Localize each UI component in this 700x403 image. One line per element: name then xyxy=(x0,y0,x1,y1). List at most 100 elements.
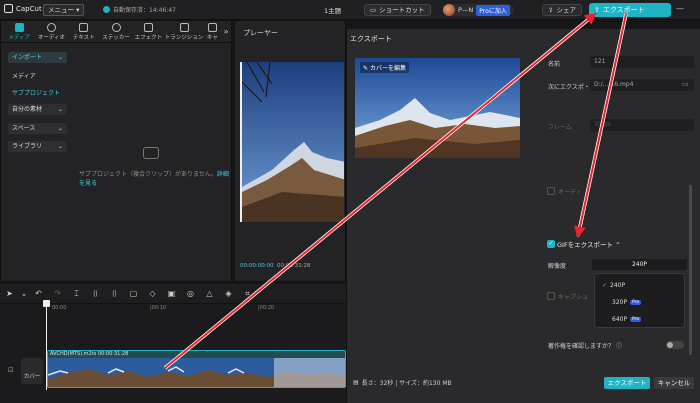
player-video xyxy=(240,62,344,222)
export-top-label: エクスポート xyxy=(602,6,645,14)
tab-sticker[interactable]: ステッカー xyxy=(100,21,132,42)
resolution-select[interactable]: 240P xyxy=(592,259,687,270)
tab-label: テキスト xyxy=(72,35,95,41)
tab-media[interactable]: メディア xyxy=(3,21,35,42)
export-button[interactable]: エクスポート xyxy=(604,377,650,389)
dialog-scrollbar[interactable] xyxy=(689,185,692,355)
select-cursor-icon[interactable]: ➤ xyxy=(0,289,19,298)
sidebar-item-library[interactable]: ライブラリ ⌄ xyxy=(8,141,67,152)
shortcut-button[interactable]: ▭ ショートカット xyxy=(364,4,431,16)
tab-transition[interactable]: トランジション xyxy=(164,21,203,42)
media-icon xyxy=(14,23,24,32)
share-icon: ⇪ xyxy=(548,6,554,14)
chevron-down-icon: ⌄ xyxy=(57,125,63,132)
sidebar-label: インポート xyxy=(12,54,43,61)
name-label: 名前 xyxy=(548,61,561,68)
sticker-icon xyxy=(111,23,121,32)
caption-checkbox[interactable] xyxy=(547,292,555,300)
marker-icon[interactable]: ◇ xyxy=(143,289,162,298)
mountain-video-frame xyxy=(242,62,344,222)
mirror-icon[interactable]: △ xyxy=(200,289,219,298)
menu-button[interactable]: メニュー ▾ xyxy=(43,4,85,16)
cover-label: カバー xyxy=(23,374,41,380)
avatar xyxy=(443,4,455,16)
timeline-ruler: 00:00 |00:10 |00:20 xyxy=(46,304,346,314)
track-lock-icon[interactable]: ⊡ xyxy=(8,366,14,374)
more-tabs-icon[interactable]: » xyxy=(221,21,231,42)
split-right-icon[interactable]: ⌷ xyxy=(105,289,124,299)
export-path-label: 次にエクスポ・ xyxy=(548,84,590,91)
export-upload-icon: ⇧ xyxy=(594,6,600,14)
app-logo: CapCut xyxy=(4,4,42,13)
rotate-icon[interactable]: ◈ xyxy=(219,289,238,298)
top-bar: CapCut メニュー ▾ 自動保存済：14:46:47 1主題 ▭ ショートカ… xyxy=(0,0,700,20)
folder-icon[interactable]: ▭ xyxy=(682,80,689,88)
resolution-option[interactable]: 320P Pro xyxy=(595,294,686,310)
audio-checkbox[interactable] xyxy=(547,187,555,195)
option-label: 240P xyxy=(610,281,626,289)
resolution-option[interactable]: ✓ 240P xyxy=(595,277,686,293)
sidebar-item-own-material[interactable]: 自分の素材 ⌄ xyxy=(8,104,67,115)
copyright-text: 著作権を確認しますか？ xyxy=(548,343,615,350)
export-button-top[interactable]: ⇧ エクスポート xyxy=(589,3,671,17)
export-path-input[interactable]: D:/.../16.mp4 xyxy=(590,79,694,91)
undo-icon[interactable]: ↶ xyxy=(29,289,48,298)
sidebar-item-import[interactable]: インポート ⌄ xyxy=(8,52,67,63)
edit-cover-label: カバーを編集 xyxy=(369,65,406,72)
split-left-icon[interactable]: ⌷ xyxy=(86,289,105,299)
tab-text[interactable]: テキスト xyxy=(68,21,100,42)
ruler-tick: 00:00 xyxy=(52,305,67,311)
resolution-option[interactable]: 640P Pro xyxy=(595,311,686,327)
sidebar-item-media[interactable]: メディア xyxy=(12,71,36,80)
tab-label: ステッカー xyxy=(102,35,130,41)
caption-icon xyxy=(207,23,217,32)
edit-cover-button[interactable]: ✎ カバーを編集 xyxy=(360,62,409,73)
user-account[interactable]: P—N Proに加入 xyxy=(443,4,514,16)
delete-icon[interactable]: ▢ xyxy=(124,289,143,298)
player-total-time: 00:00:31:28 xyxy=(277,263,311,269)
crop-icon[interactable]: ⌗ xyxy=(238,289,257,299)
tab-label: エフェクト xyxy=(134,35,163,41)
tab-label: トランジション xyxy=(164,35,204,41)
menu-label: メニュー xyxy=(48,6,74,14)
option-label: 640P xyxy=(612,315,628,323)
name-input[interactable]: 121 xyxy=(590,56,694,68)
pro-upgrade-badge[interactable]: Proに加入 xyxy=(476,4,510,16)
playhead[interactable] xyxy=(46,300,47,390)
tab-effect[interactable]: エフェクト xyxy=(132,21,164,42)
tab-audio[interactable]: オーディオ xyxy=(35,21,67,42)
film-icon: ▤ xyxy=(353,379,359,386)
empty-box-icon xyxy=(143,147,159,159)
sidebar-item-space[interactable]: スペース ⌄ xyxy=(8,123,67,134)
player-title: プレーヤー xyxy=(243,29,278,37)
text-icon xyxy=(79,23,89,32)
tab-caption[interactable]: キャ xyxy=(204,21,222,42)
export-dialog-title: エクスポート xyxy=(350,35,392,43)
reverse-icon[interactable]: ◎ xyxy=(181,289,200,298)
resolution-dropdown: ✓ 240P 320P Pro 640P Pro xyxy=(594,273,685,328)
cover-button[interactable]: カバー xyxy=(21,358,43,384)
share-button[interactable]: ⇪ シェア xyxy=(542,4,582,16)
info-icon: ⓘ xyxy=(615,343,622,350)
framerate-select[interactable]: 30fps xyxy=(590,119,694,131)
minimize-icon[interactable]: — xyxy=(676,4,684,13)
chevron-down-icon: ⌄ xyxy=(57,143,63,150)
freeze-icon[interactable]: ▣ xyxy=(162,289,181,298)
player-current-time: 00:00:00:00 xyxy=(240,263,274,269)
sidebar-item-subproject[interactable]: サブプロジェクト xyxy=(12,88,60,97)
split-icon[interactable]: ⌶ xyxy=(67,289,86,299)
caption-label: キャプショ xyxy=(558,294,589,301)
project-title[interactable]: 1主題 xyxy=(324,5,341,15)
gif-export-checkbox[interactable]: ✓ xyxy=(547,240,555,248)
export-cover-thumbnail xyxy=(355,58,520,158)
empty-message: サブプロジェクト（複合クリップ）がありません。詳細を見る xyxy=(79,170,231,188)
copyright-toggle[interactable] xyxy=(666,341,684,349)
redo-icon[interactable]: ↷ xyxy=(48,289,67,298)
chevron-down-icon[interactable]: ⌄ xyxy=(19,289,29,298)
sidebar-label: 自分の素材 xyxy=(12,106,43,113)
cancel-button[interactable]: キャンセル xyxy=(654,377,694,389)
check-icon: ✓ xyxy=(602,281,608,289)
share-label: シェア xyxy=(556,6,576,14)
summary-text: 長さ：32秒 | サイズ：約130 MB xyxy=(361,380,452,387)
autosave-status: 自動保存済：14:46:47 xyxy=(103,5,176,14)
